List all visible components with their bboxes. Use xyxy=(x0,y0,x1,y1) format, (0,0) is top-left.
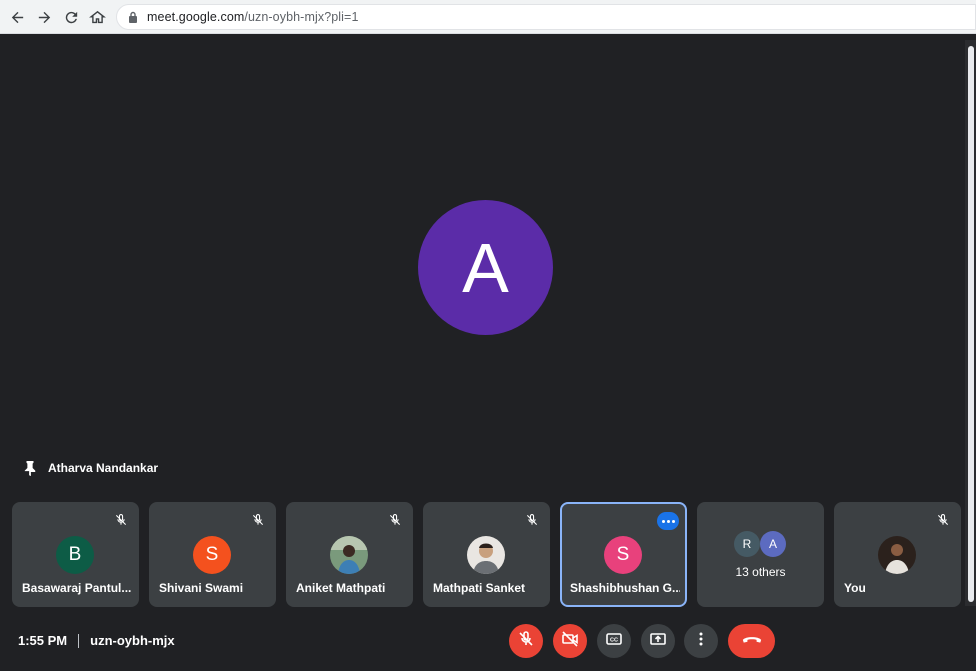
end-call-button[interactable] xyxy=(728,624,775,658)
pinned-participant: Atharva Nandankar xyxy=(22,459,158,477)
present-button[interactable] xyxy=(641,624,675,658)
avatar: R xyxy=(734,531,760,557)
clock-time: 1:55 PM xyxy=(18,633,68,648)
avatar: S xyxy=(604,536,642,574)
more-options-icon[interactable] xyxy=(657,512,679,530)
divider xyxy=(78,633,80,648)
svg-text:CC: CC xyxy=(610,637,618,643)
avatar: S xyxy=(193,536,231,574)
participant-name: Basawaraj Pantul... xyxy=(22,581,132,595)
mic-toggle-button[interactable] xyxy=(509,624,543,658)
control-bar: 1:55 PM uzn-oybh-mjx CC xyxy=(0,614,976,671)
avatar: A xyxy=(760,531,786,557)
captions-button[interactable]: CC xyxy=(597,624,631,658)
participant-tile-active[interactable]: S Shashibhushan G... xyxy=(560,502,687,607)
main-stage: A Atharva Nandankar xyxy=(4,40,961,492)
camera-toggle-button[interactable] xyxy=(553,624,587,658)
more-vert-icon xyxy=(692,630,710,653)
avatar-photo xyxy=(467,536,505,574)
reload-icon[interactable] xyxy=(59,5,83,29)
participant-tile[interactable]: Mathpati Sanket xyxy=(423,502,550,607)
avatar: B xyxy=(56,536,94,574)
meeting-code: uzn-oybh-mjx xyxy=(90,633,175,648)
participant-name: You xyxy=(844,581,866,595)
scroll-thumb[interactable] xyxy=(968,46,974,602)
participant-tile[interactable]: S Shivani Swami xyxy=(149,502,276,607)
end-call-icon xyxy=(741,630,763,653)
home-icon[interactable] xyxy=(85,5,109,29)
mic-off-icon xyxy=(112,511,130,529)
participant-name: Aniket Mathpati xyxy=(296,581,386,595)
meet-window: meet.google.com/uzn-oybh-mjx?pli=1 A Ath… xyxy=(0,0,976,671)
mic-off-icon xyxy=(523,511,541,529)
lock-icon[interactable] xyxy=(128,11,138,23)
meeting-details: 1:55 PM uzn-oybh-mjx xyxy=(18,633,175,648)
avatar-photo xyxy=(878,536,916,574)
url-text: meet.google.com/uzn-oybh-mjx?pli=1 xyxy=(147,10,359,24)
participant-name: Mathpati Sanket xyxy=(433,581,526,595)
participant-tile[interactable]: B Basawaraj Pantul... xyxy=(12,502,139,607)
mic-off-icon xyxy=(249,511,267,529)
url-host: meet.google.com xyxy=(147,10,245,24)
browser-toolbar: meet.google.com/uzn-oybh-mjx?pli=1 xyxy=(0,0,976,34)
captions-icon: CC xyxy=(605,630,623,653)
others-label: 13 others xyxy=(735,565,786,579)
participant-tile[interactable]: Aniket Mathpati xyxy=(286,502,413,607)
url-path: /uzn-oybh-mjx?pli=1 xyxy=(244,10,359,24)
main-speaker-avatar: A xyxy=(418,200,553,335)
address-bar[interactable]: meet.google.com/uzn-oybh-mjx?pli=1 xyxy=(116,4,976,30)
present-screen-icon xyxy=(649,630,667,653)
avatar-photo xyxy=(330,536,368,574)
participant-name: Shashibhushan G... xyxy=(570,581,680,595)
pinned-name: Atharva Nandankar xyxy=(48,461,159,475)
others-avatars: R A xyxy=(734,531,794,557)
more-options-button[interactable] xyxy=(684,624,718,658)
camera-off-icon xyxy=(561,630,579,653)
others-tile[interactable]: R A 13 others xyxy=(697,502,824,607)
pin-icon[interactable] xyxy=(22,459,38,477)
self-tile[interactable]: You xyxy=(834,502,961,607)
back-icon[interactable] xyxy=(5,5,29,29)
mic-off-icon xyxy=(517,630,535,653)
participant-name: Shivani Swami xyxy=(159,581,244,595)
forward-icon[interactable] xyxy=(32,5,56,29)
mic-off-icon xyxy=(386,511,404,529)
scrollbar[interactable] xyxy=(965,40,976,606)
mic-off-icon xyxy=(934,511,952,529)
